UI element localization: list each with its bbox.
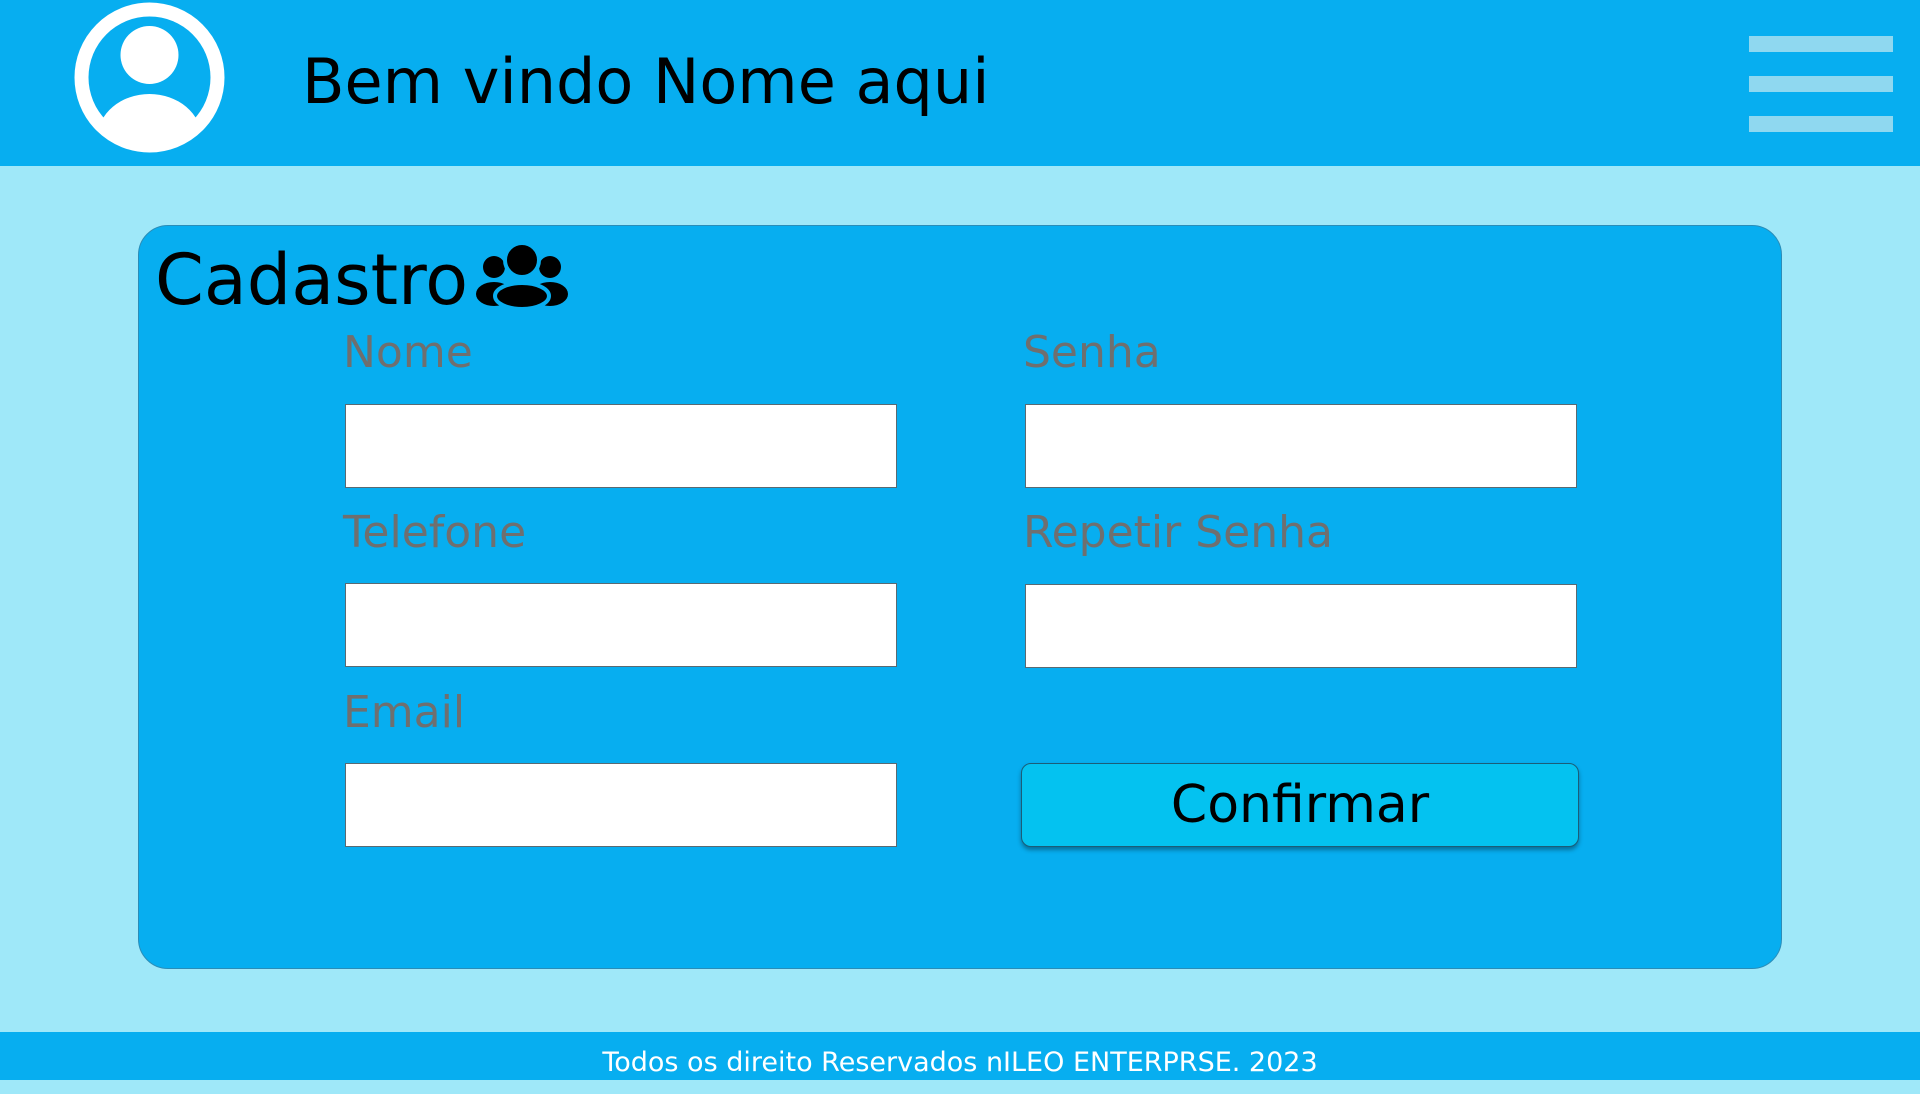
menu-line xyxy=(1749,36,1893,52)
telefone-input[interactable] xyxy=(345,583,897,667)
hamburger-menu-icon[interactable] xyxy=(1749,34,1893,134)
welcome-title: Bem vindo Nome aqui xyxy=(302,45,990,118)
senha-label: Senha xyxy=(1023,327,1161,378)
footer-copyright: Todos os direito Reservados nILEO ENTERP… xyxy=(602,1047,1318,1078)
footer-bar: Todos os direito Reservados nILEO ENTERP… xyxy=(0,1032,1920,1080)
repetir-senha-input[interactable] xyxy=(1025,584,1577,668)
user-circle-icon[interactable] xyxy=(72,0,227,155)
registration-card: Cadastro Nome Senha Telefone Repetir Sen… xyxy=(138,225,1782,969)
email-label: Email xyxy=(343,687,466,738)
menu-line xyxy=(1749,116,1893,132)
nome-input[interactable] xyxy=(345,404,897,488)
users-group-icon xyxy=(476,241,568,310)
repetir-senha-label: Repetir Senha xyxy=(1023,507,1333,558)
email-input[interactable] xyxy=(345,763,897,847)
header-bar: Bem vindo Nome aqui xyxy=(0,0,1920,166)
telefone-label: Telefone xyxy=(343,507,527,558)
menu-line xyxy=(1749,76,1893,92)
form-title: Cadastro xyxy=(155,239,469,321)
senha-input[interactable] xyxy=(1025,404,1577,488)
confirm-button[interactable]: Confirmar xyxy=(1021,763,1579,847)
nome-label: Nome xyxy=(343,327,473,378)
